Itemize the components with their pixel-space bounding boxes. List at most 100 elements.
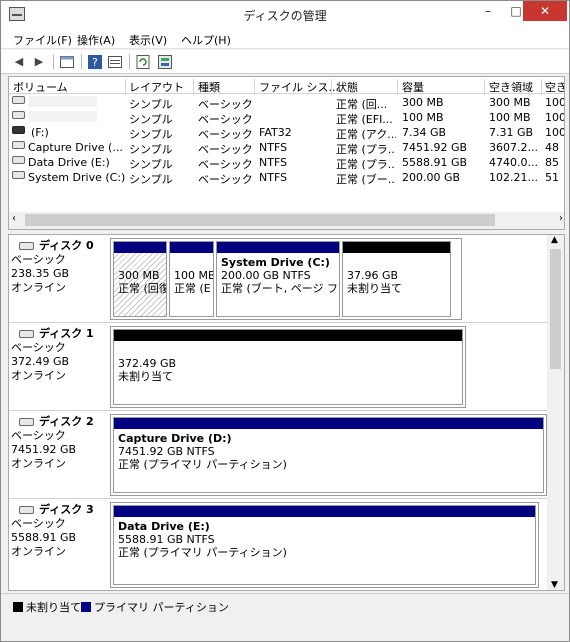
disk-row: ディスク 2 ベーシック 7451.92 GB オンライン Capture Dr… — [9, 411, 549, 499]
toolbar-separator — [129, 54, 130, 69]
column-divider[interactable] — [193, 79, 194, 95]
disk-icon — [19, 242, 34, 250]
partition-status: 正常 (回復 — [118, 282, 167, 295]
column-divider[interactable] — [484, 79, 485, 95]
usb-drive-icon — [12, 126, 25, 134]
horizontal-scrollbar[interactable]: ‹ › — [9, 212, 564, 229]
partition-title: Data Drive (E:) — [118, 520, 210, 533]
disk-type: ベーシック — [11, 429, 66, 442]
refresh-icon[interactable] — [135, 54, 151, 69]
disk-info[interactable]: ディスク 3 ベーシック 5588.91 GB オンライン — [11, 503, 107, 559]
column-header-free-space[interactable]: 空き領域 — [489, 79, 533, 95]
column-header-volume[interactable]: ボリューム — [13, 79, 68, 95]
disk-size: 5588.91 GB — [11, 531, 77, 544]
table-row[interactable]: (F:) シンプル ベーシック FAT32 正常 (アク... 7.34 GB … — [9, 125, 564, 141]
column-header-layout[interactable]: レイアウト — [129, 79, 184, 95]
volume-icon — [12, 96, 25, 104]
partition-bar — [114, 418, 543, 429]
cell-free-percent: 85 — [545, 156, 559, 169]
cell-capacity: 300 MB — [402, 96, 444, 109]
back-arrow-icon[interactable]: ◀ — [11, 54, 27, 69]
volume-icon — [12, 156, 25, 164]
partition-bar — [170, 242, 213, 253]
cell-volume: Capture Drive (... — [28, 141, 123, 154]
cell-capacity: 7451.92 GB — [402, 141, 468, 154]
partition-size: 37.96 GB — [347, 269, 399, 282]
table-row[interactable]: シンプル ベーシック 正常 (回... 300 MB 300 MB 100 — [9, 95, 564, 111]
column-divider[interactable] — [397, 79, 398, 95]
cell-free: 4740.0... — [489, 156, 538, 169]
title-bar: ディスクの管理 – □ ✕ — [1, 1, 569, 29]
scroll-left-icon[interactable]: ‹ — [12, 213, 16, 224]
disk-name: ディスク 2 — [39, 415, 94, 428]
legend-item-primary: プライマリ パーティション — [81, 599, 229, 615]
scroll-right-icon[interactable]: › — [559, 213, 563, 224]
rescan-disks-icon[interactable] — [157, 54, 173, 69]
column-divider[interactable] — [541, 79, 542, 95]
partition-unallocated[interactable]: 372.49 GB 未割り当て — [113, 329, 463, 405]
partition-size: 7451.92 GB NTFS — [118, 445, 215, 458]
table-row[interactable]: System Drive (C:) シンプル ベーシック NTFS 正常 (ブー… — [9, 170, 564, 186]
column-header-filesystem[interactable]: ファイル シス... — [259, 79, 339, 95]
table-row[interactable]: Data Drive (E:) シンプル ベーシック NTFS 正常 (プラ..… — [9, 155, 564, 171]
column-header-status[interactable]: 状態 — [336, 79, 358, 95]
scroll-up-icon[interactable]: ▲ — [551, 235, 558, 245]
column-header-free-percent[interactable]: 空き — [545, 79, 564, 95]
volume-list: ボリューム レイアウト 種類 ファイル シス... 状態 容量 空き領域 空き … — [8, 76, 565, 230]
disk-row: ディスク 1 ベーシック 372.49 GB オンライン 372.49 GB 未… — [9, 323, 549, 411]
cell-capacity: 5588.91 GB — [402, 156, 468, 169]
partition-efi[interactable]: 100 MB 正常 (E — [169, 241, 214, 317]
disk-name: ディスク 1 — [39, 327, 94, 340]
disk-info[interactable]: ディスク 2 ベーシック 7451.92 GB オンライン — [11, 415, 107, 471]
column-header-type[interactable]: 種類 — [198, 79, 220, 95]
partition-data-drive[interactable]: Data Drive (E:) 5588.91 GB NTFS 正常 (プライマ… — [113, 505, 536, 585]
partition-size: 100 MB — [174, 269, 214, 282]
disk-info[interactable]: ディスク 1 ベーシック 372.49 GB オンライン — [11, 327, 107, 383]
scrollbar-thumb[interactable] — [25, 214, 495, 226]
table-row[interactable]: シンプル ベーシック 正常 (EFI... 100 MB 100 MB 100 — [9, 110, 564, 126]
partition-status: 正常 (E — [174, 282, 211, 295]
legend-label: プライマリ パーティション — [94, 601, 229, 614]
forward-arrow-icon[interactable]: ▶ — [31, 54, 47, 69]
partition-system-drive[interactable]: System Drive (C:) 200.00 GB NTFS 正常 (ブート… — [216, 241, 340, 317]
help-icon[interactable]: ? — [87, 54, 103, 69]
partition-map: 300 MB 正常 (回復 100 MB 正常 (E System Drive … — [110, 238, 462, 320]
scrollbar-thumb[interactable] — [550, 249, 561, 369]
menu-bar: ファイル(F) 操作(A) 表示(V) ヘルプ(H) — [1, 29, 569, 49]
partition-status: 未割り当て — [347, 282, 402, 295]
partition-size: 200.00 GB NTFS — [221, 269, 311, 282]
partition-map: Capture Drive (D:) 7451.92 GB NTFS 正常 (プ… — [110, 414, 547, 496]
disk-size: 238.35 GB — [11, 267, 70, 280]
properties-icon[interactable] — [59, 54, 75, 69]
column-divider[interactable] — [125, 79, 126, 95]
partition-unallocated[interactable]: 37.96 GB 未割り当て — [342, 241, 451, 317]
volume-name-blank — [29, 111, 97, 122]
disk-icon — [19, 330, 34, 338]
menu-action[interactable]: 操作(A) — [77, 32, 115, 48]
menu-help[interactable]: ヘルプ(H) — [181, 32, 231, 48]
partition-capture-drive[interactable]: Capture Drive (D:) 7451.92 GB NTFS 正常 (プ… — [113, 417, 544, 493]
view-icon[interactable] — [107, 54, 123, 69]
cell-volume: (F:) — [31, 126, 49, 139]
partition-status: 正常 (ブート, ページ ファイ — [221, 282, 339, 295]
minimize-button[interactable]: – — [475, 1, 501, 21]
cell-filesystem: NTFS — [259, 141, 288, 154]
partition-recovery[interactable]: 300 MB 正常 (回復 — [113, 241, 167, 317]
cell-volume: System Drive (C:) — [28, 171, 125, 184]
menu-file[interactable]: ファイル(F) — [13, 32, 72, 48]
legend-swatch — [13, 602, 23, 612]
toolbar: ◀ ▶ ? — [1, 50, 569, 74]
status-legend: 未割り当て プライマリ パーティション — [1, 593, 569, 615]
vertical-scrollbar[interactable]: ▲ ▼ — [547, 235, 564, 590]
table-row[interactable]: Capture Drive (... シンプル ベーシック NTFS 正常 (プ… — [9, 140, 564, 156]
cell-free: 102.21... — [489, 171, 538, 184]
column-header-capacity[interactable]: 容量 — [402, 79, 424, 95]
menu-view[interactable]: 表示(V) — [129, 32, 167, 48]
scroll-down-icon[interactable]: ▼ — [551, 580, 558, 590]
column-divider[interactable] — [331, 79, 332, 95]
cell-status: 正常 (ブー... — [336, 173, 396, 186]
column-divider[interactable] — [254, 79, 255, 95]
disk-info[interactable]: ディスク 0 ベーシック 238.35 GB オンライン — [11, 239, 107, 295]
cell-free-percent: 51 — [545, 171, 559, 184]
close-button[interactable]: ✕ — [523, 1, 567, 21]
